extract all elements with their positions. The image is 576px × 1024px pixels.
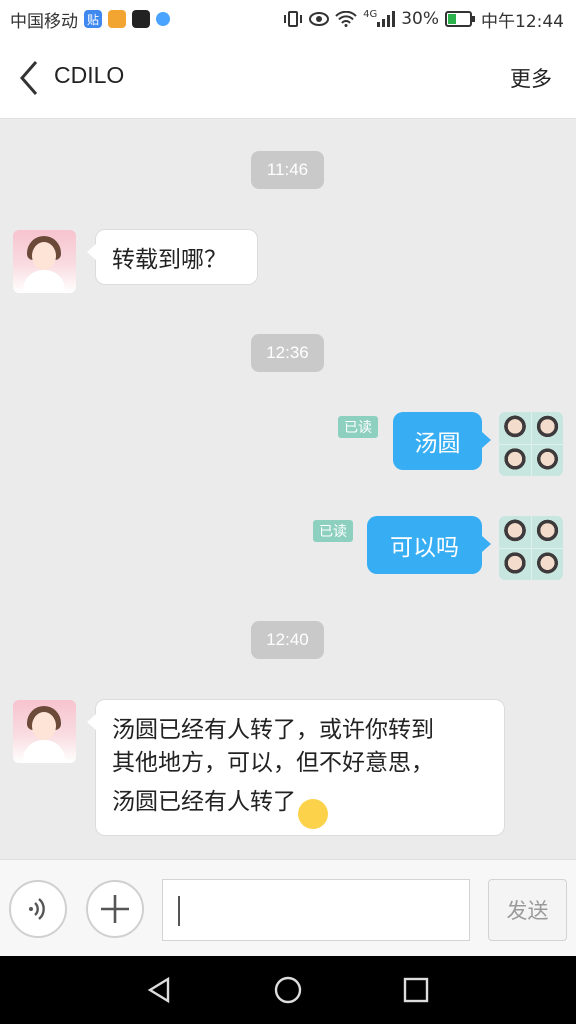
message-text: 可以吗 bbox=[390, 535, 459, 561]
voice-icon bbox=[29, 898, 45, 920]
message-line: 汤圆已经有人转了，或许你转到 bbox=[112, 717, 434, 743]
incoming-message[interactable]: 汤圆已经有人转了，或许你转到 其他地方，可以，但不好意思， 汤圆已经有人转了😯 bbox=[87, 699, 505, 836]
tieba-app-icon: 贴 bbox=[84, 10, 102, 28]
back-button[interactable] bbox=[14, 58, 50, 98]
surprised-emoji-icon: 😯 bbox=[298, 799, 328, 829]
timestamp-badge: 12:40 bbox=[251, 621, 324, 659]
battery-percent: 30% bbox=[401, 9, 439, 29]
square-recents-icon bbox=[403, 977, 429, 1003]
chevron-left-icon bbox=[20, 61, 38, 95]
contact-avatar[interactable] bbox=[13, 700, 76, 763]
nav-home-button[interactable] bbox=[268, 970, 308, 1010]
eye-icon bbox=[309, 12, 330, 26]
outgoing-message[interactable]: 汤圆 bbox=[393, 412, 491, 470]
outgoing-message[interactable]: 可以吗 bbox=[367, 516, 491, 574]
voice-button[interactable] bbox=[9, 880, 67, 938]
system-navigation-bar bbox=[0, 956, 576, 1024]
contact-avatar[interactable] bbox=[13, 230, 76, 293]
wifi-icon bbox=[335, 11, 357, 27]
clock: 中午12:44 bbox=[481, 11, 564, 32]
timestamp-badge: 11:46 bbox=[251, 151, 324, 189]
status-bar: 中国移动 贴 4G 30% 中午12:44 bbox=[0, 0, 576, 38]
signal-icon bbox=[377, 11, 396, 27]
video-app-icon bbox=[156, 12, 170, 26]
more-button[interactable]: 更多 bbox=[510, 63, 552, 93]
nav-recents-button[interactable] bbox=[396, 970, 436, 1010]
my-avatar[interactable] bbox=[499, 412, 563, 476]
message-list[interactable]: 11:46 转载到哪？ 12:36 已读 汤圆 已读 可以吗 12:40 汤圆已… bbox=[0, 119, 576, 859]
nav-back-button[interactable] bbox=[140, 970, 180, 1010]
triangle-back-icon bbox=[147, 976, 170, 1004]
chat-header: CDILO 更多 bbox=[0, 38, 576, 119]
battery-icon bbox=[445, 11, 475, 27]
vibrate-icon bbox=[284, 11, 303, 27]
plus-icon bbox=[101, 895, 129, 923]
read-receipt-badge: 已读 bbox=[313, 520, 353, 542]
message-line: 其他地方，可以，但不好意思， bbox=[112, 750, 434, 776]
message-line: 汤圆已经有人转了 bbox=[112, 789, 296, 815]
chat-title: CDILO bbox=[54, 62, 125, 88]
incoming-message[interactable]: 转载到哪？ bbox=[87, 229, 258, 285]
add-attachment-button[interactable] bbox=[86, 880, 144, 938]
timestamp-badge: 12:36 bbox=[251, 334, 324, 372]
input-bar: 发送 bbox=[0, 859, 576, 957]
message-input[interactable] bbox=[162, 879, 470, 941]
weibo-app-icon bbox=[108, 10, 126, 28]
read-receipt-badge: 已读 bbox=[338, 416, 378, 438]
my-avatar[interactable] bbox=[499, 516, 563, 580]
text-caret bbox=[178, 896, 180, 926]
network-type-label: 4G bbox=[363, 8, 378, 20]
tiktok-app-icon bbox=[132, 10, 150, 28]
send-button[interactable]: 发送 bbox=[488, 879, 567, 941]
message-text: 汤圆 bbox=[414, 431, 461, 457]
circle-home-icon bbox=[274, 976, 302, 1004]
message-text: 转载到哪？ bbox=[112, 247, 227, 273]
carrier-label: 中国移动 bbox=[10, 11, 78, 32]
